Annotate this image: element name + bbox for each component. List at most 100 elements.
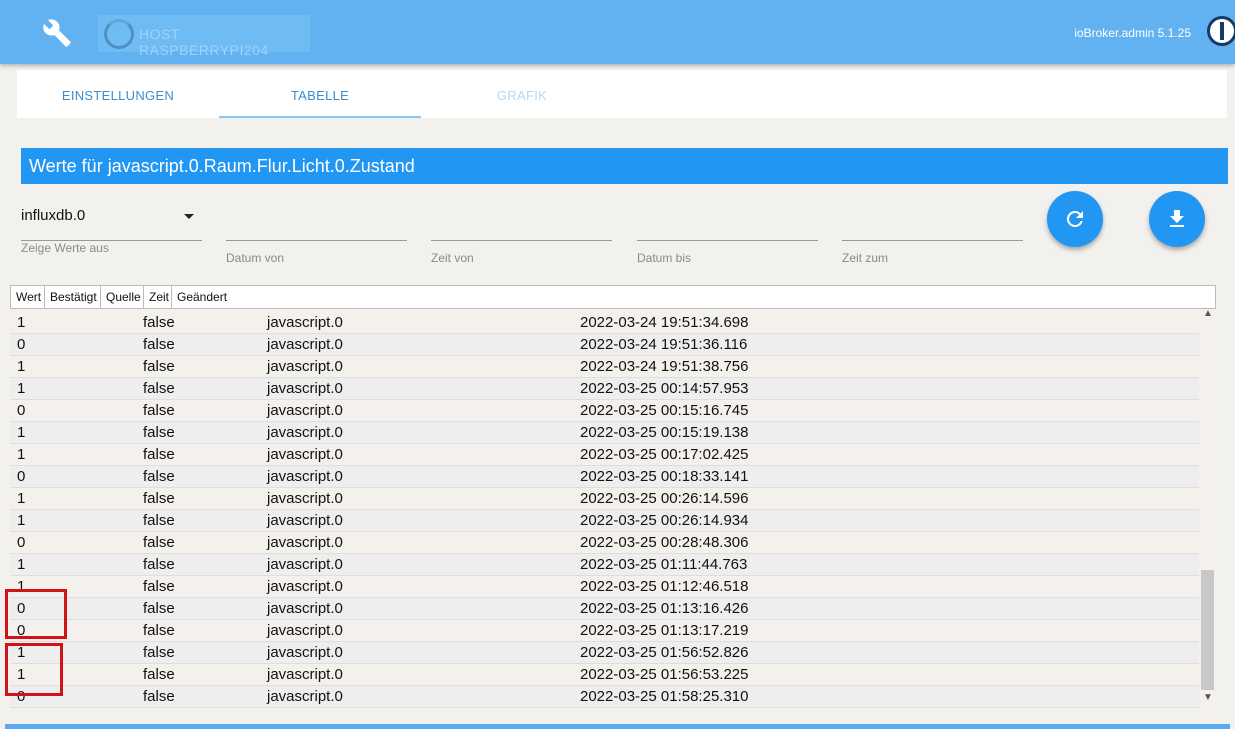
cell-quelle: javascript.0 [267, 468, 343, 485]
cell-bestaetigt: false [143, 424, 175, 441]
column-header-geaendert[interactable]: Geändert [172, 286, 1215, 308]
cell-zeit: 2022-03-25 00:15:19.138 [580, 424, 749, 441]
cell-zeit: 2022-03-25 01:58:25.310 [580, 688, 749, 705]
cell-quelle: javascript.0 [267, 336, 343, 353]
date-to-label: Datum bis [637, 251, 692, 265]
table-row[interactable]: 0 false javascript.0 2022-03-25 01:13:17.21… [10, 620, 1199, 642]
cell-bestaetigt: false [143, 402, 175, 419]
table-row[interactable]: 1 false javascript.0 2022-03-25 00:15:19.13… [10, 422, 1199, 444]
table-row[interactable]: 0 false javascript.0 2022-03-25 01:58:25.31… [10, 686, 1199, 708]
cell-wert: 0 [17, 468, 26, 485]
cell-zeit: 2022-03-25 00:18:33.141 [580, 468, 749, 485]
table-body: 1 false javascript.0 2022-03-24 19:51:34.69… [10, 312, 1199, 708]
column-header-bestaetigt[interactable]: Bestätigt [45, 286, 101, 308]
chevron-down-icon [184, 214, 194, 219]
refresh-button[interactable] [1047, 191, 1103, 247]
highlight-box [5, 589, 67, 639]
cell-bestaetigt: false [143, 490, 175, 507]
table-row[interactable]: 1 false javascript.0 2022-03-25 01:56:53.22… [10, 664, 1199, 686]
cell-quelle: javascript.0 [267, 380, 343, 397]
table-row[interactable]: 0 false javascript.0 2022-03-25 00:28:48.30… [10, 532, 1199, 554]
loading-spinner-icon [104, 19, 134, 49]
table-row[interactable]: 1 false javascript.0 2022-03-25 00:26:14.93… [10, 510, 1199, 532]
table-row[interactable]: 1 false javascript.0 2022-03-25 00:26:14.59… [10, 488, 1199, 510]
instance-value: influxdb.0 [21, 207, 86, 224]
table-row[interactable]: 1 false javascript.0 2022-03-24 19:51:34.69… [10, 312, 1199, 334]
cell-quelle: javascript.0 [267, 424, 343, 441]
bottom-bar [5, 724, 1230, 729]
host-label: HOST RASPBERRYPI204 [139, 26, 269, 58]
cell-bestaetigt: false [143, 622, 175, 639]
cell-zeit: 2022-03-24 19:51:34.698 [580, 314, 749, 331]
table-row[interactable]: 1 false javascript.0 2022-03-25 01:12:46.51… [10, 576, 1199, 598]
cell-quelle: javascript.0 [267, 402, 343, 419]
cell-bestaetigt: false [143, 644, 175, 661]
cell-bestaetigt: false [143, 380, 175, 397]
cell-bestaetigt: false [143, 512, 175, 529]
cell-zeit: 2022-03-25 00:28:48.306 [580, 534, 749, 551]
cell-wert: 1 [17, 446, 26, 463]
date-from-input[interactable] [226, 205, 407, 241]
chevron-down-icon[interactable]: ▼ [1203, 692, 1213, 703]
cell-bestaetigt: false [143, 468, 175, 485]
cell-quelle: javascript.0 [267, 666, 343, 683]
table-row[interactable]: 0 false javascript.0 2022-03-25 00:18:33.14… [10, 466, 1199, 488]
refresh-icon [1066, 210, 1083, 227]
cell-zeit: 2022-03-25 00:26:14.934 [580, 512, 749, 529]
top-bar: HOST RASPBERRYPI204 ioBroker.admin 5.1.2… [0, 0, 1235, 64]
table-row[interactable]: 0 false javascript.0 2022-03-24 19:51:36.11… [10, 334, 1199, 356]
cell-zeit: 2022-03-25 00:26:14.596 [580, 490, 749, 507]
cell-zeit: 2022-03-24 19:51:38.756 [580, 358, 749, 375]
download-button[interactable] [1149, 191, 1205, 247]
cell-wert: 1 [17, 424, 26, 441]
instance-select[interactable]: influxdb.0 [21, 205, 202, 241]
table-row[interactable]: 1 false javascript.0 2022-03-25 01:56:52.82… [10, 642, 1199, 664]
time-from-input[interactable] [431, 205, 612, 241]
cell-bestaetigt: false [143, 578, 175, 595]
cell-quelle: javascript.0 [267, 578, 343, 595]
chevron-up-icon[interactable]: ▲ [1203, 308, 1213, 319]
cell-bestaetigt: false [143, 534, 175, 551]
table-scrollbar[interactable]: ▲ ▼ [1199, 308, 1216, 708]
tab-einstellungen[interactable]: EINSTELLUNGEN [17, 70, 219, 118]
wrench-icon[interactable] [42, 18, 72, 48]
tab-grafik[interactable]: GRAFIK [421, 70, 623, 118]
cell-bestaetigt: false [143, 600, 175, 617]
download-icon [1170, 210, 1184, 227]
highlight-box [5, 643, 63, 696]
cell-zeit: 2022-03-25 00:15:16.745 [580, 402, 749, 419]
table-row[interactable]: 0 false javascript.0 2022-03-25 01:13:16.42… [10, 598, 1199, 620]
cell-bestaetigt: false [143, 336, 175, 353]
cell-quelle: javascript.0 [267, 556, 343, 573]
cell-quelle: javascript.0 [267, 490, 343, 507]
cell-zeit: 2022-03-25 00:14:57.953 [580, 380, 749, 397]
cell-zeit: 2022-03-25 01:11:44.763 [580, 556, 748, 573]
table-row[interactable]: 1 false javascript.0 2022-03-25 00:17:02.42… [10, 444, 1199, 466]
host-button[interactable]: HOST RASPBERRYPI204 [98, 15, 310, 58]
tab-tabelle[interactable]: TABELLE [219, 70, 421, 118]
cell-quelle: javascript.0 [267, 512, 343, 529]
table-row[interactable]: 1 false javascript.0 2022-03-25 01:11:44.76… [10, 554, 1199, 576]
cell-wert: 1 [17, 314, 26, 331]
cell-zeit: 2022-03-25 01:12:46.518 [580, 578, 749, 595]
cell-bestaetigt: false [143, 446, 175, 463]
table-row[interactable]: 1 false javascript.0 2022-03-24 19:51:38.75… [10, 356, 1199, 378]
cell-quelle: javascript.0 [267, 314, 343, 331]
date-to-input[interactable] [637, 205, 818, 241]
cell-wert: 1 [17, 490, 26, 507]
table-row[interactable]: 0 false javascript.0 2022-03-25 00:15:16.74… [10, 400, 1199, 422]
time-to-input[interactable] [842, 205, 1023, 241]
cell-zeit: 2022-03-25 01:13:16.426 [580, 600, 749, 617]
time-to-label: Zeit zum [842, 251, 889, 265]
table-row[interactable]: 1 false javascript.0 2022-03-25 00:14:57.95… [10, 378, 1199, 400]
page-title: Werte für javascript.0.Raum.Flur.Licht.0… [21, 148, 1228, 184]
cell-quelle: javascript.0 [267, 358, 343, 375]
column-header-zeit[interactable]: Zeit [144, 286, 172, 308]
column-header-wert[interactable]: Wert [11, 286, 45, 308]
column-header-quelle[interactable]: Quelle [101, 286, 144, 308]
cell-wert: 1 [17, 512, 26, 529]
cell-quelle: javascript.0 [267, 446, 343, 463]
scrollbar-thumb[interactable] [1201, 570, 1214, 690]
cell-quelle: javascript.0 [267, 534, 343, 551]
version-label: ioBroker.admin 5.1.25 [1074, 26, 1191, 40]
